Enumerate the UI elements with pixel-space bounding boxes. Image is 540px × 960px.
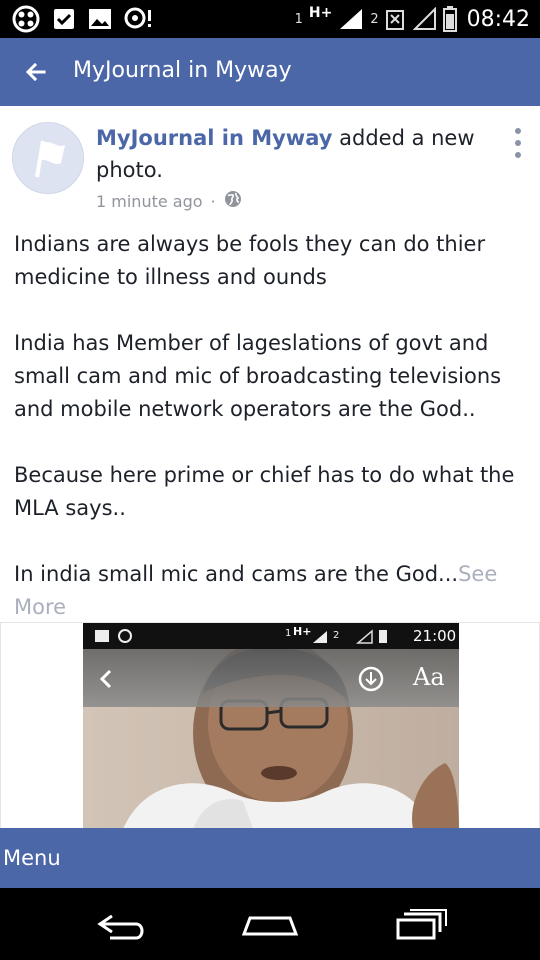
photo-reader-font-button: Aa	[413, 663, 445, 691]
photo-status-network: H+	[293, 625, 312, 638]
menu-bar[interactable]: Menu	[0, 828, 540, 888]
post-photo[interactable]: 1 H+ 2 21:00 Aa	[83, 623, 459, 829]
post-card: MyJournal in Myway added a new photo. 1 …	[0, 106, 540, 829]
alert-bubble-icon	[124, 7, 152, 31]
post-paragraph: Indians are always be fools they can do …	[14, 232, 486, 289]
system-indicators: 1 H+ 2 08:42	[295, 0, 530, 38]
sim1-label: 1	[294, 11, 303, 27]
nav-recents-icon[interactable]	[392, 906, 452, 942]
clock: 08:42	[466, 6, 530, 32]
menu-button[interactable]: Menu	[3, 846, 61, 870]
photo-image	[83, 623, 459, 829]
photo-status-sim1: 1	[285, 628, 292, 639]
more-options-icon[interactable]	[510, 128, 526, 158]
meta-separator: ·	[210, 191, 216, 211]
photo-container: 1 H+ 2 21:00 Aa	[0, 622, 540, 829]
status-bar: 1 H+ 2 08:42	[0, 0, 540, 38]
sim2-no-signal-icon	[385, 7, 407, 31]
flag-icon	[13, 123, 83, 193]
system-nav-bar	[0, 888, 540, 960]
page-title: MyJournal in Myway	[73, 58, 292, 83]
post-paragraph-text: In india small mic and cams are the God.…	[14, 562, 459, 586]
nav-back-icon[interactable]	[92, 906, 152, 942]
signal-strength-icon	[338, 7, 364, 31]
nav-home-icon[interactable]	[240, 906, 300, 942]
timestamp[interactable]: 1 minute ago	[96, 192, 203, 211]
post-paragraph: Because here prime or chief has to do wh…	[14, 463, 515, 520]
post-header: MyJournal in Myway added a new photo.	[96, 122, 486, 186]
globe-icon	[224, 190, 242, 212]
photo-status-time: 21:00	[413, 627, 457, 645]
photo-status-sim2: 2	[333, 630, 340, 641]
author-link[interactable]: MyJournal in Myway	[96, 126, 332, 150]
back-arrow-icon[interactable]	[22, 58, 50, 86]
post-text: Indians are always be fools they can do …	[14, 228, 529, 624]
signal-empty-icon	[412, 7, 437, 31]
app-grid-icon	[12, 5, 40, 33]
sim2-label: 2	[370, 11, 379, 27]
post-paragraph-last: In india small mic and cams are the God.…	[14, 558, 529, 624]
post-paragraph: India has Member of lageslations of govt…	[14, 331, 502, 421]
notification-icons	[12, 4, 152, 34]
network-type: H+	[308, 5, 333, 21]
app-bar: MyJournal in Myway	[0, 38, 540, 106]
battery-icon	[442, 6, 457, 32]
gallery-icon	[88, 8, 112, 30]
post-meta: 1 minute ago ·	[96, 190, 242, 212]
page-avatar[interactable]	[12, 122, 84, 194]
image-check-icon	[52, 7, 76, 31]
